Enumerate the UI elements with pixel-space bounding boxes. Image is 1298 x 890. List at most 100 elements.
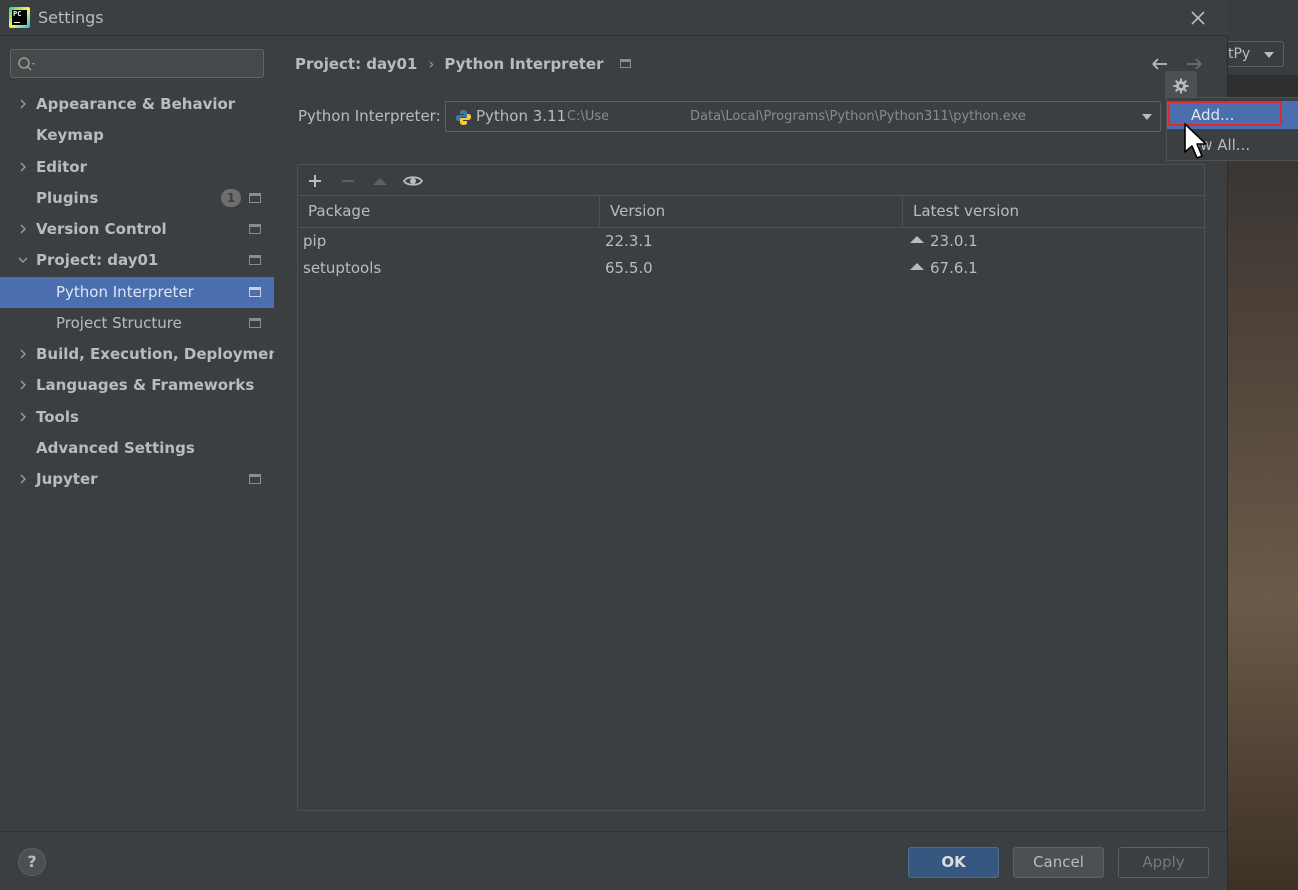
packages-toolbar	[298, 165, 1204, 196]
sidebar-item-label: Languages & Frameworks	[36, 376, 255, 394]
breadcrumb: Project: day01 › Python Interpreter	[295, 55, 631, 77]
package-latest-version: 23.0.1	[903, 228, 1204, 255]
sidebar-item-project-structure[interactable]: Project Structure	[0, 308, 274, 339]
eye-icon	[402, 176, 424, 186]
sidebar-item-keymap[interactable]: Keymap	[0, 120, 274, 151]
chevron-right-icon	[20, 412, 26, 422]
project-level-icon	[249, 474, 261, 484]
settings-dialog: PC Settings Appearance & Behavior Keymap…	[0, 0, 1228, 890]
sidebar-item-label: Plugins	[36, 189, 99, 207]
triangle-up-icon	[373, 178, 387, 185]
sidebar-item-advanced-settings[interactable]: Advanced Settings	[0, 433, 274, 464]
interpreter-select[interactable]: Python 3.11 C:\User Data\Local\Programs\…	[445, 101, 1161, 132]
show-early-releases-button[interactable]	[402, 170, 424, 192]
sidebar-item-build-execution-deployment[interactable]: Build, Execution, Deployment	[0, 339, 286, 370]
title-bar: PC Settings	[0, 0, 1228, 36]
latest-version-value: 23.0.1	[930, 232, 978, 250]
background-run-config-button[interactable]: tPy	[1226, 41, 1284, 67]
ok-button[interactable]: OK	[908, 847, 999, 878]
settings-search[interactable]	[10, 49, 264, 78]
package-version: 65.5.0	[605, 259, 653, 277]
sidebar-item-plugins[interactable]: Plugins 1	[0, 183, 274, 214]
interpreter-label: Python Interpreter:	[298, 107, 441, 125]
project-level-icon	[249, 318, 261, 328]
chevron-down-icon	[18, 257, 28, 263]
packages-table: Package Version Latest version pip 22.3.…	[298, 196, 1204, 282]
search-input[interactable]	[41, 54, 256, 74]
background-run-config-label: tPy	[1228, 46, 1251, 62]
table-header: Package Version Latest version	[298, 196, 1204, 228]
package-name: setuptools	[303, 259, 382, 277]
search-icon	[18, 57, 35, 71]
package-name: pip	[303, 232, 327, 250]
chevron-right-icon	[20, 224, 26, 234]
sidebar-item-appearance-behavior[interactable]: Appearance & Behavior	[0, 89, 274, 120]
sidebar-item-label: Editor	[36, 158, 87, 176]
upgrade-available-icon	[910, 236, 924, 243]
project-level-icon	[249, 255, 261, 265]
column-header-latest-version[interactable]: Latest version	[903, 196, 1204, 227]
sidebar-item-tools[interactable]: Tools	[0, 402, 274, 433]
sidebar-item-label: Tools	[36, 408, 79, 426]
upgrade-available-icon	[910, 263, 924, 270]
plugins-update-badge: 1	[221, 189, 241, 207]
interpreter-path-end: Data\Local\Programs\Python\Python311\pyt…	[690, 109, 1026, 124]
sidebar-item-label: Version Control	[36, 220, 167, 238]
upgrade-package-button[interactable]	[369, 170, 391, 192]
table-row[interactable]: setuptools 65.5.0 67.6.1	[298, 255, 1204, 282]
close-button[interactable]	[1184, 4, 1212, 32]
sidebar-item-editor[interactable]: Editor	[0, 152, 274, 183]
settings-sidebar: Appearance & Behavior Keymap Editor Plug…	[0, 37, 286, 831]
chevron-down-icon	[1142, 114, 1152, 120]
column-header-version[interactable]: Version	[600, 196, 903, 227]
plus-icon	[309, 175, 321, 187]
sidebar-item-label: Keymap	[36, 126, 104, 144]
interpreter-name: Python 3.11	[476, 107, 567, 125]
project-level-icon	[249, 287, 261, 297]
breadcrumb-parent[interactable]: Project: day01	[295, 55, 417, 73]
uninstall-package-button[interactable]	[337, 170, 359, 192]
sidebar-item-python-interpreter[interactable]: Python Interpreter	[0, 277, 274, 308]
sidebar-item-version-control[interactable]: Version Control	[0, 214, 274, 245]
sidebar-item-label: Jupyter	[36, 470, 98, 488]
column-header-package[interactable]: Package	[298, 196, 600, 227]
package-latest-version: 67.6.1	[903, 255, 1204, 282]
install-package-button[interactable]	[304, 170, 326, 192]
sidebar-item-languages-frameworks[interactable]: Languages & Frameworks	[0, 370, 274, 401]
sidebar-item-label: Python Interpreter	[56, 283, 194, 301]
project-level-icon	[249, 193, 261, 203]
package-version: 22.3.1	[605, 232, 653, 250]
chevron-right-icon	[20, 162, 26, 172]
pycharm-logo-icon: PC	[9, 7, 30, 28]
sidebar-item-label: Appearance & Behavior	[36, 95, 236, 113]
sidebar-item-label: Build, Execution, Deployment	[36, 345, 287, 363]
chevron-right-icon	[20, 349, 26, 359]
breadcrumb-separator-icon: ›	[428, 55, 435, 73]
chevron-right-icon	[20, 474, 26, 484]
gear-icon	[1173, 78, 1189, 94]
apply-button[interactable]: Apply	[1118, 847, 1209, 878]
breadcrumb-current: Python Interpreter	[444, 55, 604, 73]
interpreter-path-start: C:\User	[567, 109, 609, 124]
dialog-button-bar: ? OK Cancel Apply	[0, 831, 1227, 890]
python-icon	[456, 110, 471, 125]
table-row[interactable]: pip 22.3.1 23.0.1	[298, 228, 1204, 255]
sidebar-item-label: Project: day01	[36, 251, 159, 269]
sidebar-item-label: Project Structure	[56, 314, 182, 332]
project-level-icon	[249, 224, 261, 234]
sidebar-item-label: Advanced Settings	[36, 439, 195, 457]
project-level-icon	[619, 59, 631, 68]
mouse-cursor-icon	[1184, 123, 1207, 159]
settings-content: Project: day01 › Python Interpreter Python…	[274, 37, 1227, 831]
latest-version-value: 67.6.1	[930, 259, 978, 277]
chevron-right-icon	[20, 99, 26, 109]
sidebar-item-jupyter[interactable]: Jupyter	[0, 464, 274, 495]
help-button[interactable]: ?	[18, 848, 46, 876]
redacted-region	[608, 102, 698, 131]
window-title: Settings	[38, 8, 104, 27]
sidebar-item-project[interactable]: Project: day01	[0, 245, 274, 276]
cancel-button[interactable]: Cancel	[1013, 847, 1104, 878]
packages-panel: Package Version Latest version pip 22.3.…	[297, 164, 1205, 811]
minus-icon	[342, 180, 354, 182]
chevron-right-icon	[20, 380, 26, 390]
